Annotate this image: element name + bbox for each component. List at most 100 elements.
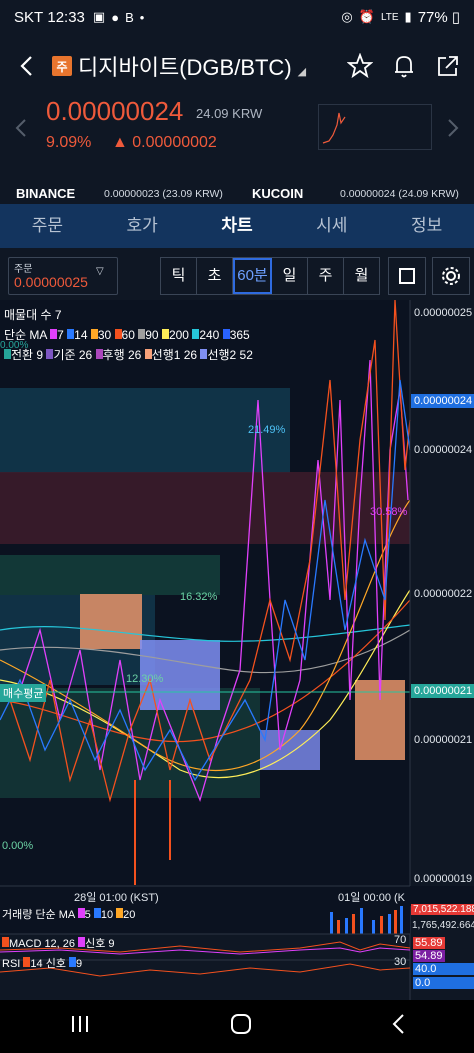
- recent-apps-button[interactable]: [69, 1014, 91, 1039]
- tab-order[interactable]: 주문: [0, 204, 95, 248]
- game-icon: ◎: [341, 9, 353, 24]
- rsi-tag: 40.0: [413, 963, 474, 975]
- recents-icon: [72, 1016, 89, 1032]
- rsi-tag: 0.0: [413, 977, 474, 989]
- ma-period: 7: [57, 328, 64, 342]
- interval-60min[interactable]: 60분: [233, 258, 272, 294]
- next-chevron-icon[interactable]: [446, 118, 460, 138]
- tab-orderbook[interactable]: 호가: [95, 204, 190, 248]
- exchange-value: 0.00000023 (23.09 KRW): [104, 188, 223, 200]
- back-nav-button[interactable]: [391, 1013, 405, 1040]
- macd-signal: 신호 9: [85, 938, 115, 950]
- macd-tag: 54.89: [413, 950, 445, 962]
- change-percent: 9.09%: [46, 134, 92, 151]
- interval-second[interactable]: 초: [197, 258, 233, 294]
- carrier: SKT: [14, 8, 44, 26]
- avg-price-tag: 0.00000021: [411, 684, 474, 698]
- ma-legend: 단순 MA 7 14 30 60 90 200 240 365: [4, 326, 250, 343]
- volume-max-tag: 7,015,522.188: [411, 904, 474, 915]
- mini-chart[interactable]: [318, 104, 432, 150]
- talk-icon: ●: [111, 9, 120, 25]
- ma-swatch: [222, 329, 230, 339]
- fullscreen-toggle[interactable]: [388, 257, 426, 295]
- tab-quotes[interactable]: 시세: [284, 204, 379, 248]
- ichimoku-legend: 전환 9 기준 26 후행 26 선행1 26 선행2 52: [4, 346, 253, 363]
- current-price: 0.00000024: [46, 96, 184, 126]
- price-chart[interactable]: 매물대 수 7 단순 MA 7 14 30 60 90 200 240 365 …: [0, 300, 474, 1000]
- home-icon: [230, 1014, 251, 1034]
- clock: 12:33: [47, 8, 85, 26]
- tab-info[interactable]: 정보: [379, 204, 474, 248]
- profile-percent: 0.00%: [2, 840, 34, 852]
- xaxis-tick: 28일 01:00 (KST): [74, 892, 159, 904]
- yaxis-tick: 0.00000025: [414, 307, 473, 319]
- ichimoku-item: 선행2 52: [207, 348, 253, 362]
- exchange-name: BINANCE: [16, 186, 76, 201]
- current-price-tag: 0.00000024: [411, 394, 474, 408]
- exchange-value: 0.00000024 (24.09 KRW): [340, 188, 459, 200]
- volume-label: 거래량 단순 MA: [2, 909, 75, 921]
- back-button[interactable]: [8, 48, 44, 84]
- macd-tag: 55.89: [413, 937, 445, 949]
- ichimoku-item: 후행 26: [102, 348, 142, 362]
- gear-icon: [442, 267, 460, 285]
- ma-period: 60: [121, 328, 135, 342]
- rsi-label: RSI: [2, 958, 21, 970]
- checkbox-icon: [399, 268, 415, 284]
- vol-ma-period: 20: [123, 909, 136, 921]
- bell-icon: [395, 56, 413, 78]
- mini-chart-line: [322, 112, 346, 144]
- profile-percent: 21.49%: [248, 424, 286, 436]
- share-icon: [438, 56, 458, 76]
- system-nav-bar: [0, 1000, 474, 1053]
- vol-ma-period: 10: [100, 909, 114, 921]
- rsi-level: 70: [394, 934, 407, 946]
- coin-title[interactable]: 디지바이트(DGB/BTC): [78, 50, 292, 82]
- macd-swatch: [2, 937, 9, 947]
- ma-swatch: [90, 329, 98, 339]
- profile-zone: [0, 555, 220, 595]
- status-bar: SKT 12:33 ▣ ● B • ◎ ⏰ LTE ▮ 77% ▯: [0, 0, 474, 34]
- battery-text: 77%: [417, 8, 448, 26]
- tab-chart[interactable]: 차트: [190, 204, 285, 248]
- macd-legend: MACD 12, 26 신호 9: [2, 935, 115, 951]
- interval-month[interactable]: 월: [344, 258, 379, 294]
- ichimoku-swatch: [144, 349, 152, 359]
- alarm-icon: ⏰: [358, 9, 375, 24]
- yaxis-tick: 0.00000019: [414, 873, 473, 885]
- vol-ma-swatch: [93, 908, 101, 918]
- price-krw: 24.09 KRW: [196, 106, 263, 121]
- dot-icon: •: [139, 9, 145, 25]
- b-icon: B: [125, 9, 134, 25]
- favorite-button[interactable]: [342, 48, 378, 84]
- share-button[interactable]: [430, 48, 466, 84]
- home-button[interactable]: [230, 1013, 252, 1040]
- change-amount: ▲ 0.00000002: [112, 134, 217, 151]
- signal-icon: ▮: [404, 9, 412, 24]
- interval-selector: 틱 초 60분 일 주 월: [160, 257, 380, 295]
- interval-tick[interactable]: 틱: [161, 258, 197, 294]
- exchange-name: KUCOIN: [252, 186, 304, 201]
- yaxis-tick: 0.00000022: [414, 588, 473, 600]
- volume-value: 1,765,492.664: [412, 920, 474, 931]
- alert-button[interactable]: [386, 48, 422, 84]
- header: 주 디지바이트(DGB/BTC) ◢: [0, 38, 474, 94]
- profile-percent: 30.58%: [370, 506, 408, 518]
- rsi-signal: 9: [76, 958, 83, 970]
- prev-chevron-icon[interactable]: [14, 118, 28, 138]
- cloud-fill: [80, 594, 142, 649]
- ma-period: 30: [97, 328, 112, 342]
- tab-bar: 주문 호가 차트 시세 정보: [0, 204, 474, 248]
- network-label: LTE: [380, 11, 399, 23]
- back-nav-icon: [392, 1014, 404, 1034]
- caret-icon[interactable]: ◢: [298, 65, 306, 78]
- profile-zone: [0, 388, 290, 473]
- ma-period: 240: [199, 328, 220, 342]
- ma-period: 14: [74, 328, 88, 342]
- interval-day[interactable]: 일: [272, 258, 308, 294]
- interval-week[interactable]: 주: [308, 258, 344, 294]
- yaxis-tick: 0.00000021: [414, 734, 473, 746]
- profile-zone: [0, 688, 260, 798]
- volume-legend: 거래량 단순 MA 5 10 20: [2, 906, 135, 922]
- settings-button[interactable]: [432, 257, 470, 295]
